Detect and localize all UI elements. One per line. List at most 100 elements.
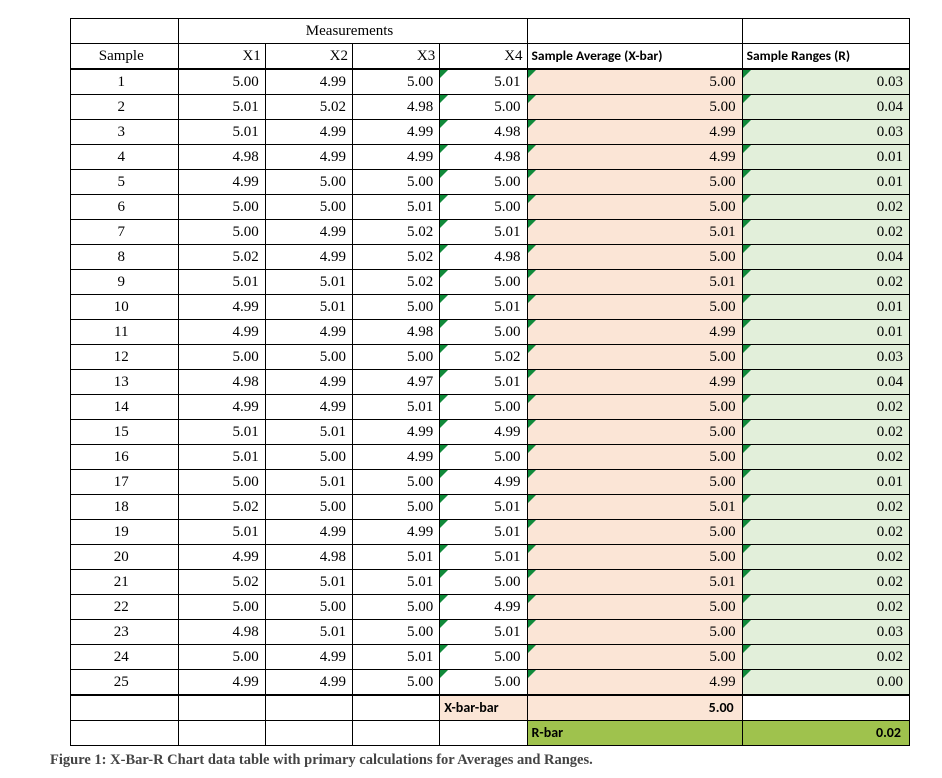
- measurements-header-row: Measurements: [71, 19, 910, 44]
- table-row: 245.004.995.015.005.000.02: [71, 645, 910, 670]
- table-row: 225.005.005.004.995.000.02: [71, 595, 910, 620]
- cell-sample: 3: [71, 120, 179, 145]
- cell-range: 0.01: [742, 470, 909, 495]
- cell-xbar: 4.99: [527, 320, 742, 345]
- cell-x3: 4.99: [353, 120, 440, 145]
- cell-x1: 4.98: [178, 620, 265, 645]
- cell-x4: 5.00: [440, 445, 527, 470]
- cell-xbar: 5.00: [527, 595, 742, 620]
- cell-x4: 5.01: [440, 220, 527, 245]
- table-row: 35.014.994.994.984.990.03: [71, 120, 910, 145]
- table-row: 204.994.985.015.015.000.02: [71, 545, 910, 570]
- cell-range: 0.02: [742, 195, 909, 220]
- blank-cell: [265, 695, 352, 721]
- cell-sample: 8: [71, 245, 179, 270]
- table-row: 254.994.995.005.004.990.00: [71, 670, 910, 696]
- cell-x1: 5.01: [178, 270, 265, 295]
- cell-xbar: 5.00: [527, 245, 742, 270]
- cell-x1: 5.01: [178, 520, 265, 545]
- cell-x4: 4.99: [440, 595, 527, 620]
- cell-xbar: 5.00: [527, 69, 742, 95]
- cell-x3: 5.02: [353, 245, 440, 270]
- cell-x1: 5.00: [178, 470, 265, 495]
- cell-x2: 5.00: [265, 195, 352, 220]
- cell-range: 0.02: [742, 495, 909, 520]
- cell-x3: 5.00: [353, 295, 440, 320]
- cell-x2: 5.00: [265, 595, 352, 620]
- cell-range: 0.00: [742, 670, 909, 696]
- cell-sample: 6: [71, 195, 179, 220]
- cell-x1: 5.00: [178, 645, 265, 670]
- cell-x2: 5.01: [265, 570, 352, 595]
- figure-caption: Figure 1: X-Bar-R Chart data table with …: [50, 752, 902, 769]
- cell-range: 0.04: [742, 370, 909, 395]
- blank-cell: [527, 19, 742, 44]
- cell-xbar: 5.00: [527, 195, 742, 220]
- cell-x4: 5.00: [440, 195, 527, 220]
- cell-range: 0.04: [742, 245, 909, 270]
- blank-cell: [440, 721, 527, 746]
- table-row: 185.025.005.005.015.010.02: [71, 495, 910, 520]
- cell-range: 0.01: [742, 170, 909, 195]
- cell-xbar: 4.99: [527, 145, 742, 170]
- cell-x4: 5.01: [440, 520, 527, 545]
- cell-x3: 5.00: [353, 620, 440, 645]
- cell-range: 0.03: [742, 620, 909, 645]
- table-row: 15.004.995.005.015.000.03: [71, 69, 910, 95]
- measurements-title: Measurements: [178, 19, 527, 44]
- cell-sample: 5: [71, 170, 179, 195]
- blank-cell: [71, 695, 179, 721]
- cell-xbar: 5.01: [527, 220, 742, 245]
- cell-sample: 19: [71, 520, 179, 545]
- xbarbar-row: X-bar-bar 5.00: [71, 695, 910, 721]
- cell-x1: 5.02: [178, 570, 265, 595]
- cell-x3: 5.00: [353, 495, 440, 520]
- cell-x4: 5.00: [440, 170, 527, 195]
- cell-xbar: 5.00: [527, 420, 742, 445]
- cell-x3: 5.00: [353, 670, 440, 696]
- header-sample: Sample: [71, 44, 179, 70]
- cell-x2: 5.01: [265, 270, 352, 295]
- cell-sample: 24: [71, 645, 179, 670]
- cell-x3: 4.99: [353, 445, 440, 470]
- cell-x2: 4.98: [265, 545, 352, 570]
- cell-xbar: 5.00: [527, 545, 742, 570]
- cell-x4: 5.01: [440, 69, 527, 95]
- cell-range: 0.02: [742, 270, 909, 295]
- cell-range: 0.02: [742, 595, 909, 620]
- header-range: Sample Ranges (R): [742, 44, 909, 70]
- rbar-label: R-bar: [527, 721, 742, 746]
- cell-x2: 4.99: [265, 395, 352, 420]
- cell-x1: 4.99: [178, 670, 265, 696]
- cell-range: 0.02: [742, 395, 909, 420]
- cell-xbar: 4.99: [527, 370, 742, 395]
- cell-x3: 4.98: [353, 95, 440, 120]
- cell-x3: 4.99: [353, 420, 440, 445]
- cell-range: 0.02: [742, 520, 909, 545]
- table-row: 234.985.015.005.015.000.03: [71, 620, 910, 645]
- cell-x2: 5.00: [265, 495, 352, 520]
- cell-sample: 15: [71, 420, 179, 445]
- blank-cell: [71, 19, 179, 44]
- cell-x4: 5.01: [440, 620, 527, 645]
- cell-xbar: 5.01: [527, 270, 742, 295]
- cell-x1: 4.99: [178, 170, 265, 195]
- cell-x2: 4.99: [265, 370, 352, 395]
- cell-x1: 5.00: [178, 595, 265, 620]
- rbar-row: R-bar 0.02: [71, 721, 910, 746]
- cell-x4: 5.01: [440, 295, 527, 320]
- cell-x4: 4.98: [440, 120, 527, 145]
- table-row: 195.014.994.995.015.000.02: [71, 520, 910, 545]
- blank-cell: [353, 695, 440, 721]
- cell-x3: 5.01: [353, 195, 440, 220]
- cell-sample: 21: [71, 570, 179, 595]
- cell-x3: 5.00: [353, 595, 440, 620]
- cell-x2: 4.99: [265, 220, 352, 245]
- xbar-r-data-table: Measurements Sample X1 X2 X3 X4 Sample A…: [70, 18, 910, 746]
- header-xbar: Sample Average (X-bar): [527, 44, 742, 70]
- cell-x2: 4.99: [265, 245, 352, 270]
- cell-range: 0.01: [742, 320, 909, 345]
- cell-x4: 4.99: [440, 420, 527, 445]
- cell-sample: 25: [71, 670, 179, 696]
- cell-x1: 4.99: [178, 320, 265, 345]
